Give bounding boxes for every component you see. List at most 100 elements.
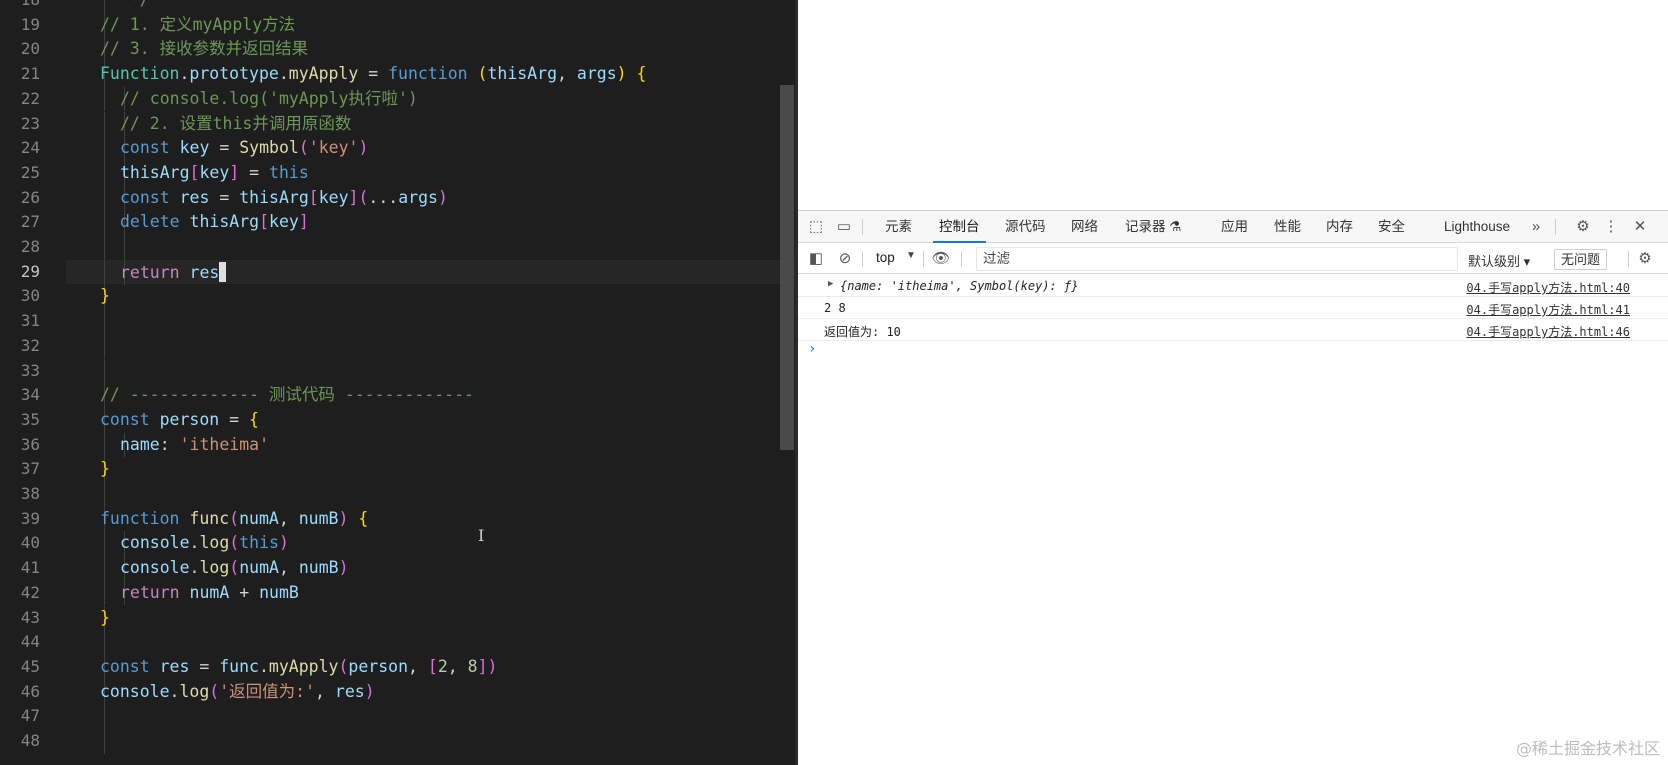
console-settings-gear-icon[interactable]: ⚙ [1635, 249, 1655, 269]
code-text: } [100, 284, 110, 309]
code-token: = [209, 187, 240, 207]
tab-recorder[interactable]: 记录器 ⚗ [1125, 211, 1181, 243]
code-line[interactable]: const res = func.myApply(person, [2, 8]) [66, 654, 795, 680]
code-editor[interactable]: 1819 20 21 22 23 24 25 26 27 28 29 30 31 32 33 34 35 36 37… [0, 0, 795, 765]
line-number: 22 [20, 88, 40, 108]
code-line[interactable] [66, 235, 795, 260]
tab-network[interactable]: 网络 [1071, 211, 1098, 243]
code-text: thisArg[key] = this [120, 161, 309, 186]
eye-icon[interactable]: 👁 [931, 249, 951, 269]
code-token: 'itheima' [179, 434, 270, 454]
code-token: console [120, 533, 190, 553]
tab-console[interactable]: 控制台 [933, 211, 985, 243]
tab-application[interactable]: 应用 [1221, 211, 1248, 243]
indent-guide [104, 432, 105, 458]
code-token: . [189, 533, 200, 553]
code-token: func [219, 656, 259, 676]
more-tabs-icon[interactable]: » [1526, 217, 1546, 237]
code-line[interactable]: console.log(numA, numB) [66, 556, 795, 581]
code-line[interactable]: function func(numA, numB) { [66, 506, 795, 532]
line-number: 38 [20, 484, 40, 503]
tab-security[interactable]: 安全 [1378, 211, 1405, 243]
code-token: // ------------- 测试代码 ------------- [100, 385, 474, 405]
code-lines[interactable]: * */ // 1. 定义myApply方法 // 3. 接收参数并返回结果 Func… [66, 0, 795, 765]
code-line[interactable] [66, 482, 795, 507]
code-token: prototype [189, 64, 279, 84]
chevron-down-icon[interactable]: ▼ [906, 250, 916, 261]
code-line[interactable]: name: 'itheima' [66, 432, 795, 458]
close-icon[interactable]: ✕ [1630, 217, 1650, 237]
indent-guide [104, 358, 105, 384]
code-line[interactable]: thisArg[key] = this [66, 160, 795, 186]
code-line[interactable]: // 1. 定义myApply方法 [66, 12, 795, 38]
line-number: 23 [20, 113, 40, 133]
code-line[interactable]: console.log('返回值为:', res) [66, 679, 795, 705]
code-line[interactable]: return res [66, 259, 795, 286]
code-line[interactable]: const person = { [66, 407, 795, 433]
code-line[interactable]: } [66, 284, 795, 310]
code-line[interactable]: console.log(this) [66, 531, 795, 557]
console-message[interactable]: ▶ {name: 'itheima', Symbol(key): ƒ} 04.手… [798, 275, 1668, 297]
code-token: * */ [100, 0, 150, 9]
code-token: function [100, 508, 180, 528]
issues-button[interactable]: 无问题 [1554, 249, 1608, 270]
tab-lighthouse[interactable]: Lighthouse [1444, 211, 1510, 243]
kebab-menu-icon[interactable]: ⋮ [1601, 217, 1621, 237]
code-text: const res = func.myApply(person, [2, 8]) [100, 655, 497, 680]
code-line[interactable]: // console.log('myApply执行啦') [66, 86, 795, 112]
code-line[interactable]: } [66, 457, 795, 482]
code-token: myApply [268, 656, 339, 676]
tab-sources[interactable]: 源代码 [1005, 211, 1046, 243]
code-line[interactable]: // 2. 设置this并调用原函数 [66, 111, 795, 137]
code-line[interactable]: const key = Symbol('key') [66, 136, 795, 161]
code-token: ( [209, 681, 220, 701]
code-line[interactable] [66, 704, 795, 729]
code-line[interactable]: delete thisArg[key] [66, 210, 795, 235]
code-token: ] [348, 187, 359, 207]
line-number-gutter: 1819 20 21 22 23 24 25 26 27 28 29 30 31 32 33 34 35 36 37… [0, 0, 66, 765]
console-source-link[interactable]: 04.手写apply方法.html:41 [1466, 301, 1630, 318]
code-line[interactable]: * */ [66, 0, 795, 13]
tab-elements[interactable]: 元素 [885, 211, 912, 243]
console-source-link[interactable]: 04.手写apply方法.html:46 [1466, 323, 1630, 340]
log-level-dropdown[interactable]: 默认级别 ▾ [1468, 251, 1530, 270]
sidebar-toggle-icon[interactable]: ◧ [806, 249, 826, 269]
console-prompt[interactable]: › [808, 341, 816, 357]
console-source-link[interactable]: 04.手写apply方法.html:40 [1466, 279, 1630, 296]
code-line[interactable] [66, 358, 795, 384]
expand-triangle-icon[interactable]: ▶ [828, 279, 833, 289]
line-number: 48 [20, 731, 40, 750]
code-line[interactable]: const res = thisArg[key](...args) [66, 185, 795, 211]
code-text: const res = thisArg[key](...args) [120, 186, 448, 211]
tab-separator [862, 219, 863, 235]
code-line[interactable] [66, 309, 795, 334]
code-line[interactable]: // 3. 接收参数并返回结果 [66, 37, 795, 63]
code-line[interactable]: return numA + numB [66, 580, 795, 606]
code-line[interactable]: } [66, 605, 795, 631]
code-line[interactable]: // ------------- 测试代码 ------------- [66, 383, 795, 408]
code-line[interactable]: Function.prototype.myApply = function (t… [66, 62, 795, 87]
console-filter-input[interactable]: 过滤 [976, 247, 1458, 271]
code-line[interactable] [66, 729, 795, 754]
context-selector[interactable]: top [876, 250, 895, 265]
settings-gear-icon[interactable]: ⚙ [1573, 217, 1593, 237]
tab-memory[interactable]: 内存 [1326, 211, 1353, 243]
code-token: 'key' [308, 138, 359, 158]
code-token: . [189, 558, 200, 578]
code-token: = [209, 138, 240, 158]
code-line[interactable] [66, 333, 795, 359]
line-number: 25 [20, 162, 40, 182]
clear-console-icon[interactable]: ⊘ [835, 249, 855, 269]
line-number: 20 [20, 39, 40, 59]
code-token: // 2. 设置this并调用原函数 [120, 113, 352, 133]
code-line[interactable] [66, 630, 795, 655]
inspect-element-icon[interactable]: ⬚ [806, 217, 826, 237]
tab-performance[interactable]: 性能 [1274, 211, 1301, 243]
code-token: = [219, 409, 250, 429]
code-token: person [348, 656, 409, 676]
device-toolbar-icon[interactable]: ▭ [834, 217, 854, 237]
editor-scrollbar[interactable] [780, 85, 794, 450]
